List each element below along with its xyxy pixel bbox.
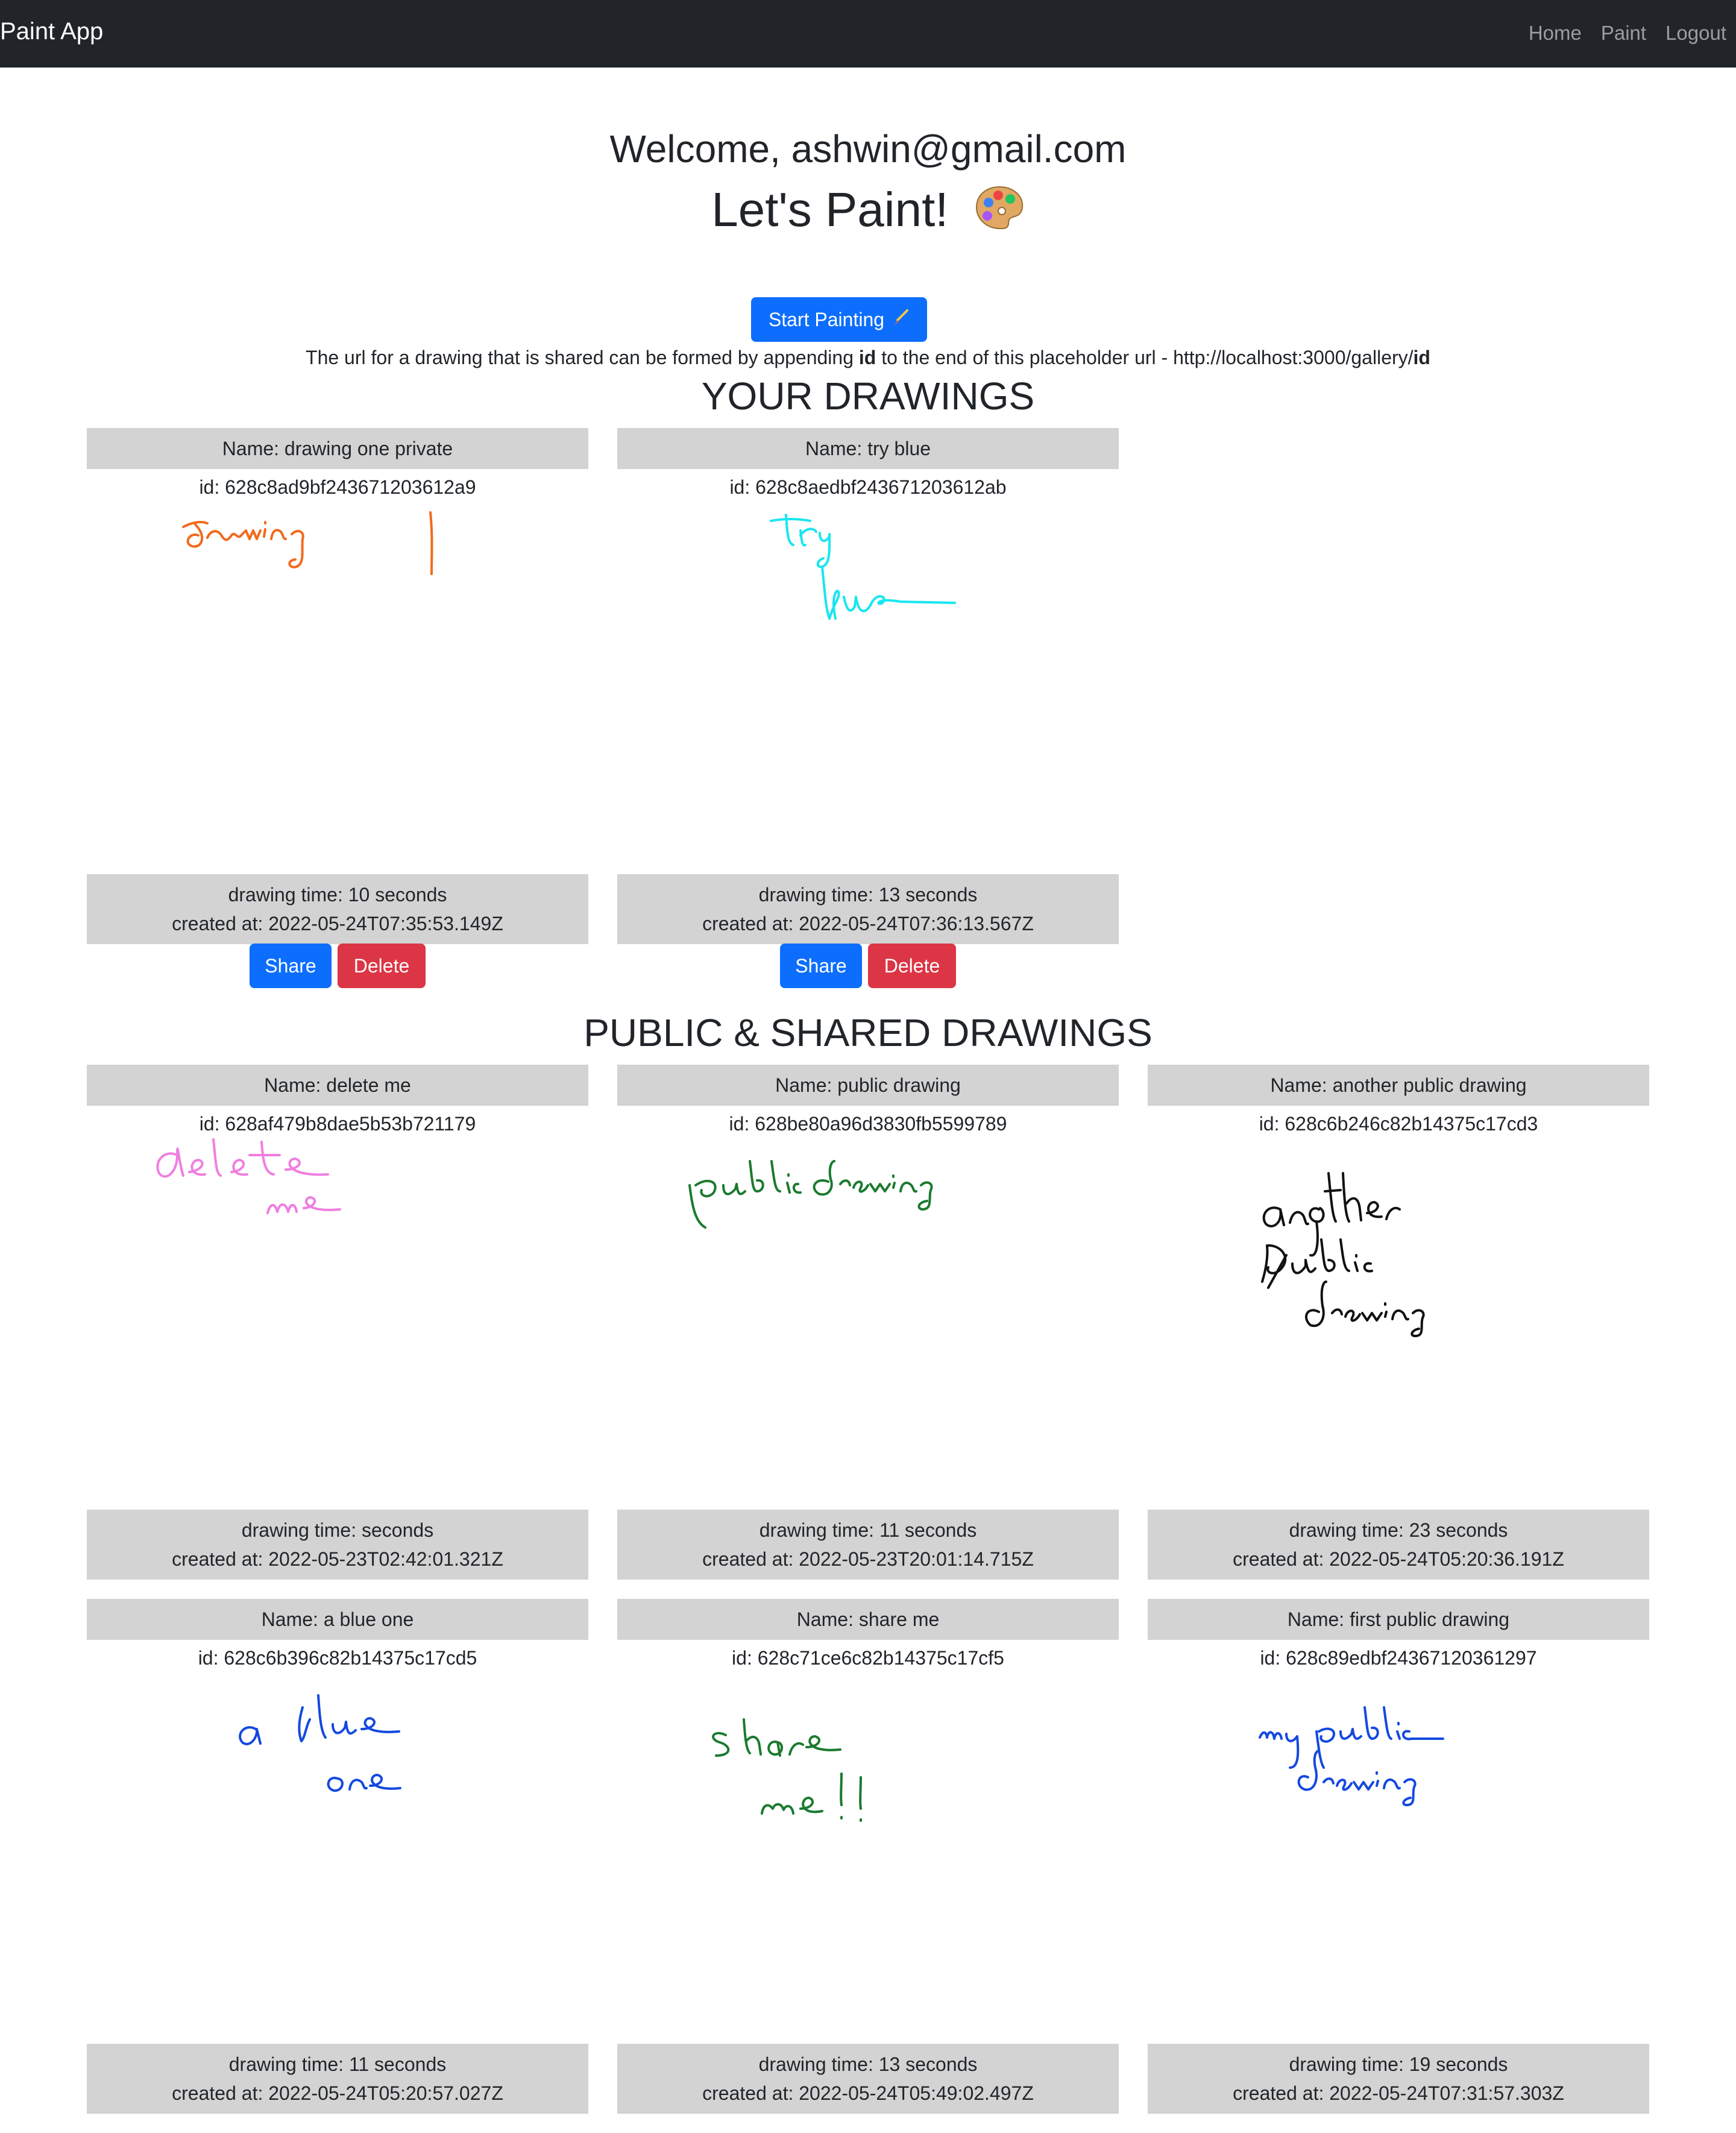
nav-link-logout[interactable]: Logout <box>1665 22 1726 45</box>
drawing-created: created at: 2022-05-24T07:35:53.149Z <box>172 913 503 934</box>
drawing-created: created at: 2022-05-24T05:20:36.191Z <box>1233 1548 1564 1570</box>
drawing-canvas[interactable] <box>87 500 588 874</box>
drawing-name: Name: share me <box>617 1599 1119 1640</box>
drawing-created: created at: 2022-05-24T05:49:02.497Z <box>702 2082 1034 2104</box>
drawing-card: Name: public drawing id: 628be80a96d3830… <box>617 1065 1119 1580</box>
drawing-canvas[interactable] <box>617 500 1119 874</box>
drawing-created: created at: 2022-05-24T05:20:57.027Z <box>172 2082 503 2104</box>
drawing-name: Name: first public drawing <box>1148 1599 1649 1640</box>
drawing-card: Name: try blue id: 628c8aedbf24367120361… <box>617 428 1119 988</box>
drawing-actions: Share Delete <box>87 944 588 988</box>
drawing-time: drawing time: 11 seconds <box>759 1519 977 1541</box>
shared-url-note: The url for a drawing that is shared can… <box>0 347 1736 369</box>
drawing-id: id: 628c6b246c82b14375c17cd3 <box>1259 1113 1538 1135</box>
drawing-card: Name: drawing one private id: 628c8ad9bf… <box>87 428 588 988</box>
share-button[interactable]: Share <box>250 944 332 988</box>
drawing-card: Name: another public drawing id: 628c6b2… <box>1148 1065 1649 1580</box>
drawing-footer: drawing time: 10 seconds created at: 202… <box>87 874 588 944</box>
start-painting-label: Start Painting <box>768 308 885 330</box>
drawing-name: Name: another public drawing <box>1148 1065 1649 1106</box>
drawing-canvas[interactable] <box>87 1671 588 2045</box>
drawing-time: drawing time: 13 seconds <box>758 884 978 906</box>
drawing-created: created at: 2022-05-23T02:42:01.321Z <box>172 1548 503 1570</box>
drawing-actions: Share Delete <box>617 944 1119 988</box>
drawing-footer: drawing time: 11 seconds created at: 202… <box>87 2044 588 2114</box>
url-note-id: id <box>858 347 876 368</box>
nav-links: Home Paint Logout <box>1529 22 1726 45</box>
nav-link-paint[interactable]: Paint <box>1601 22 1646 45</box>
drawing-created: created at: 2022-05-23T20:01:14.715Z <box>702 1548 1034 1570</box>
start-painting-button[interactable]: Start Painting <box>751 297 927 342</box>
navbar: Paint App Home Paint Logout <box>0 0 1736 68</box>
drawing-id: id: 628af479b8dae5b53b721179 <box>199 1113 476 1135</box>
drawing-time: drawing time: 23 seconds <box>1289 1519 1508 1541</box>
delete-button[interactable]: Delete <box>338 944 426 988</box>
drawing-created: created at: 2022-05-24T07:36:13.567Z <box>702 913 1034 934</box>
url-note-text: The url for a drawing that is shared can… <box>306 347 859 368</box>
drawing-footer: drawing time: 13 seconds created at: 202… <box>617 874 1119 944</box>
drawing-time: drawing time: 13 seconds <box>758 2053 978 2075</box>
welcome-message: Welcome, ashwin@gmail.com <box>609 127 1127 171</box>
your-drawings-heading: YOUR DRAWINGS <box>701 374 1035 418</box>
drawing-id: id: 628c6b396c82b14375c17cd5 <box>198 1647 477 1669</box>
drawing-time: drawing time: 11 seconds <box>228 2053 447 2075</box>
drawing-name: Name: try blue <box>617 428 1119 469</box>
url-note-id-2: id <box>1413 347 1430 368</box>
drawing-created: created at: 2022-05-24T07:31:57.303Z <box>1233 2082 1564 2104</box>
drawing-footer: drawing time: 11 seconds created at: 202… <box>617 1510 1119 1580</box>
drawing-card: Name: share me id: 628c71ce6c82b14375c17… <box>617 1599 1119 2114</box>
drawing-time: drawing time: seconds <box>241 1519 434 1541</box>
drawing-footer: drawing time: 19 seconds created at: 202… <box>1148 2044 1649 2114</box>
public-drawings-heading: PUBLIC & SHARED DRAWINGS <box>583 1011 1153 1054</box>
drawing-name: Name: delete me <box>87 1065 588 1106</box>
drawing-name: Name: public drawing <box>617 1065 1119 1106</box>
drawing-time: drawing time: 10 seconds <box>228 884 447 906</box>
drawing-footer: drawing time: 13 seconds created at: 202… <box>617 2044 1119 2114</box>
drawing-card: Name: a blue one id: 628c6b396c82b14375c… <box>87 1599 588 2114</box>
paintbrush-icon <box>892 308 910 331</box>
drawing-footer: drawing time: seconds created at: 2022-0… <box>87 1510 588 1580</box>
delete-button[interactable]: Delete <box>868 944 956 988</box>
drawing-canvas[interactable] <box>87 1137 588 1511</box>
page-title: Let's Paint! <box>0 182 1736 242</box>
drawing-card: Name: delete me id: 628af479b8dae5b53b72… <box>87 1065 588 1580</box>
drawing-id: id: 628c71ce6c82b14375c17cf5 <box>732 1647 1004 1669</box>
url-note-text-2: to the end of this placeholder url - htt… <box>876 347 1414 368</box>
page-title-text: Let's Paint! <box>711 183 949 236</box>
drawing-id: id: 628c89edbf24367120361297 <box>1260 1647 1537 1669</box>
nav-link-home[interactable]: Home <box>1529 22 1582 45</box>
drawing-card: Name: first public drawing id: 628c89edb… <box>1148 1599 1649 2114</box>
drawing-canvas[interactable] <box>617 1137 1119 1511</box>
drawing-id: id: 628be80a96d3830fb5599789 <box>729 1113 1007 1135</box>
palette-icon <box>974 184 1025 242</box>
drawing-name: Name: drawing one private <box>87 428 588 469</box>
drawing-canvas[interactable] <box>1148 1671 1649 2045</box>
drawing-id: id: 628c8ad9bf243671203612a9 <box>199 476 476 498</box>
drawing-footer: drawing time: 23 seconds created at: 202… <box>1148 1510 1649 1580</box>
drawing-id: id: 628c8aedbf243671203612ab <box>729 476 1007 498</box>
drawing-time: drawing time: 19 seconds <box>1289 2053 1508 2075</box>
share-button[interactable]: Share <box>780 944 862 988</box>
drawing-canvas[interactable] <box>1148 1137 1649 1511</box>
navbar-brand[interactable]: Paint App <box>0 18 103 45</box>
drawing-name: Name: a blue one <box>87 1599 588 1640</box>
drawing-canvas[interactable] <box>617 1671 1119 2045</box>
